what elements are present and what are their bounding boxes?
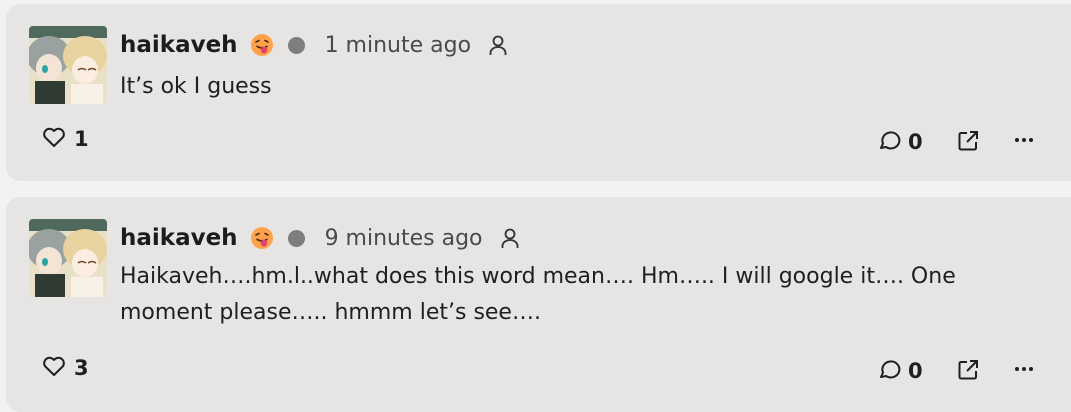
comment-bubble-icon xyxy=(877,128,901,156)
heart-icon xyxy=(42,355,66,381)
tongue-out-emoji-icon xyxy=(250,226,274,250)
more-dots-icon[interactable] xyxy=(1013,130,1035,154)
like-count: 1 xyxy=(74,127,89,151)
like-button[interactable]: 1 xyxy=(42,126,89,152)
heart-icon xyxy=(42,126,66,152)
like-button[interactable]: 3 xyxy=(42,355,89,381)
timestamp: 9 minutes ago xyxy=(324,225,483,251)
comment-header: haikaveh 1 minute ago xyxy=(120,26,509,64)
username[interactable]: haikaveh xyxy=(120,225,238,251)
more-dots-icon[interactable] xyxy=(1013,359,1035,383)
reply-button[interactable]: 0 xyxy=(877,128,923,156)
person-icon xyxy=(499,227,521,249)
like-count: 3 xyxy=(74,356,89,380)
comment-text: It’s ok I guess xyxy=(120,74,272,99)
external-link-icon[interactable] xyxy=(957,130,979,156)
comment-card: haikaveh 1 minute ago It’s ok I guess 1 xyxy=(6,4,1071,181)
status-dot-icon xyxy=(287,36,305,54)
comment-card: haikaveh 9 minutes ago Haikaveh….hm.l..w… xyxy=(6,197,1071,412)
comment-bubble-icon xyxy=(877,357,901,385)
external-link-icon[interactable] xyxy=(957,359,979,385)
timestamp: 1 minute ago xyxy=(324,32,472,58)
reply-count: 0 xyxy=(908,130,923,154)
username[interactable]: haikaveh xyxy=(120,32,238,58)
comment-header: haikaveh 9 minutes ago xyxy=(120,219,521,257)
tongue-out-emoji-icon xyxy=(250,33,274,57)
avatar[interactable] xyxy=(29,219,107,297)
avatar[interactable] xyxy=(29,26,107,104)
person-icon xyxy=(487,34,509,56)
status-dot-icon xyxy=(287,229,305,247)
comment-text: Haikaveh….hm.l..what does this word mean… xyxy=(120,264,956,325)
reply-count: 0 xyxy=(908,359,923,383)
reply-button[interactable]: 0 xyxy=(877,357,923,385)
